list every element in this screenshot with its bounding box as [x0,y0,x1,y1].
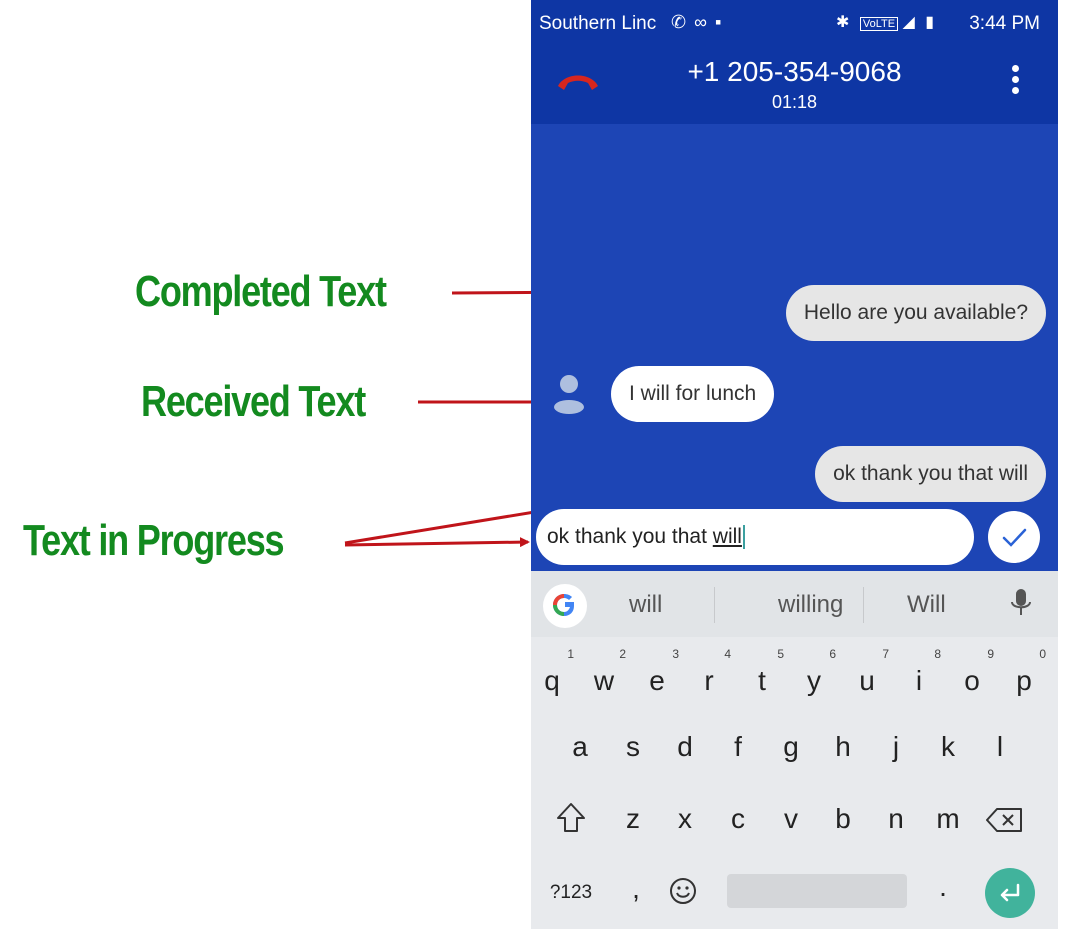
key-i[interactable]: i8 [899,647,941,701]
volte-icon: VoLTE [859,17,899,31]
message-received: I will for lunch [611,366,775,422]
key-z[interactable]: z [613,799,653,839]
input-text: ok thank you that [547,525,713,548]
key-h[interactable]: h [823,727,863,767]
key-k[interactable]: k [928,727,968,767]
emoji-icon[interactable] [668,876,698,906]
call-duration: 01:18 [771,92,818,112]
bluetooth-icon: ✱ [836,14,850,31]
message-input[interactable]: ok thank you that will [536,509,974,565]
backspace-icon[interactable] [985,806,1025,834]
key-a[interactable]: a [560,727,600,767]
suggestion-strip: will willing Will [531,571,1058,637]
suggestion-1[interactable]: will [629,591,662,619]
key-j[interactable]: j [876,727,916,767]
annotation-text-in-progress: Text in Progress [23,516,285,565]
key-x[interactable]: x [665,799,705,839]
key-p[interactable]: p0 [1004,647,1046,701]
key-f[interactable]: f [718,727,758,767]
checkmark-icon [1002,528,1027,547]
arrow-progress-input [344,537,530,548]
key-o[interactable]: o9 [952,647,994,701]
voicemail-icon: ∞ [694,12,715,32]
status-icons-right: ✱ VoLTE ◢ ▮ [836,12,934,32]
status-icons-left: ✆∞▪ [671,12,729,33]
key-c[interactable]: c [718,799,758,839]
space-bar[interactable] [727,874,907,908]
key-n[interactable]: n [876,799,916,839]
input-current-word: will [712,525,742,548]
signal-icon: ◢ [902,14,915,31]
text-cursor [742,525,745,550]
microphone-icon[interactable] [1009,587,1033,621]
key-y[interactable]: y6 [794,647,836,701]
message-sent: ok thank you that will [815,446,1046,502]
annotation-completed-text: Completed Text [135,267,387,316]
google-g-icon [553,594,574,616]
annotation-received-text: Received Text [141,377,366,426]
contact-avatar-icon [554,375,584,414]
key-comma[interactable]: , [616,869,656,909]
compose-row: ok thank you that will [531,509,1058,565]
enter-icon [1000,883,1020,902]
status-time: 3:44 PM [969,13,1040,34]
battery-icon: ▮ [925,14,935,31]
key-e[interactable]: e3 [637,647,679,701]
keyboard: will willing Will q1 w2 e3 r4 t5 y6 u7 i… [531,571,1058,929]
key-s[interactable]: s [613,727,653,767]
google-button[interactable] [543,584,587,628]
send-button[interactable] [988,511,1040,563]
suggestion-divider [714,587,715,623]
carrier-name: Southern Linc [539,13,657,34]
image-icon: ▪ [714,12,730,32]
wifi-call-icon: ✆ [671,12,695,32]
phone-screen: Southern Linc ✆∞▪ ✱ VoLTE ◢ ▮ 3:44 PM +1… [531,0,1058,929]
shift-icon[interactable] [555,801,587,835]
key-r[interactable]: r4 [689,647,731,701]
key-b[interactable]: b [823,799,863,839]
key-v[interactable]: v [771,799,811,839]
key-period[interactable]: . [923,867,963,907]
key-q[interactable]: q1 [532,647,574,701]
message-sent: Hello are you available? [785,285,1046,341]
more-options-icon[interactable] [1010,65,1020,98]
key-l[interactable]: l [980,727,1020,767]
call-number: +1 205-354-9068 [687,56,902,87]
key-m[interactable]: m [928,799,968,839]
key-g[interactable]: g [771,727,811,767]
enter-button[interactable] [985,868,1035,918]
suggestion-2[interactable]: willing [778,591,843,619]
key-u[interactable]: u7 [847,647,889,701]
symbols-key[interactable]: ?123 [541,873,601,913]
call-header: +1 205-354-9068 01:18 [531,48,1058,124]
status-bar: Southern Linc ✆∞▪ ✱ VoLTE ◢ ▮ 3:44 PM [531,0,1058,48]
key-t[interactable]: t5 [742,647,784,701]
suggestion-divider [863,587,864,623]
suggestion-3[interactable]: Will [907,591,946,619]
key-w[interactable]: w2 [584,647,626,701]
key-d[interactable]: d [665,727,705,767]
